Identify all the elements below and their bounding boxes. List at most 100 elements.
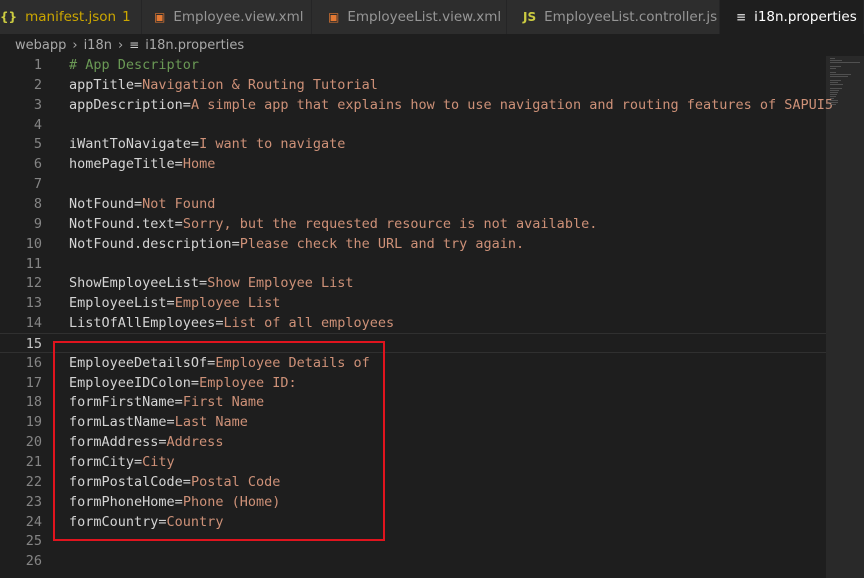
code-line[interactable]: 17 EmployeeIDColon=Employee ID:	[0, 373, 826, 393]
property-value: Employee List	[174, 295, 281, 312]
code-line[interactable]: 22 formPostalCode=Postal Code	[0, 472, 826, 492]
breadcrumb-item-i18n[interactable]: i18n	[84, 38, 112, 53]
property-key: ShowEmployeeList	[69, 275, 200, 292]
code-line[interactable]: 7	[0, 174, 826, 194]
minimap-line	[830, 90, 839, 91]
problem-count-badge: 1	[122, 9, 131, 25]
line-content: appTitle=Navigation & Routing Tutorial	[69, 75, 378, 95]
code-editor[interactable]: 1 # App Descriptor 2 appTitle=Navigation & …	[0, 54, 864, 578]
code-line[interactable]: 2 appTitle=Navigation & Routing Tutorial	[0, 75, 826, 95]
code-line[interactable]: 26	[0, 551, 826, 571]
property-key: appDescription	[69, 96, 183, 113]
property-key: iWantToNavigate	[69, 136, 191, 153]
line-content: formPhoneHome=Phone (Home)	[69, 492, 280, 512]
code-line[interactable]: 5 iWantToNavigate=I want to navigate	[0, 134, 826, 154]
code-line[interactable]: 11	[0, 254, 826, 274]
line-content: formPostalCode=Postal Code	[69, 472, 280, 492]
code-line[interactable]: 1 # App Descriptor	[0, 55, 826, 75]
property-value: Show Employee List	[207, 275, 354, 292]
minimap-line	[830, 58, 835, 59]
equals-sign: =	[158, 434, 167, 451]
tab-label: Employee.view.xml	[173, 9, 304, 25]
property-value: Last Name	[174, 414, 248, 431]
property-key: formPostalCode	[69, 473, 183, 490]
code-line[interactable]: 24 formCountry=Country	[0, 512, 826, 532]
line-number: 14	[25, 315, 42, 332]
line-number: 18	[25, 394, 42, 411]
line-number: 13	[25, 295, 42, 312]
code-line[interactable]: 21 formCity=City	[0, 452, 826, 472]
line-number: 17	[25, 374, 42, 391]
code-line[interactable]: 8 NotFound=Not Found	[0, 194, 826, 214]
tab-i18n-properties[interactable]: ≡ i18n.properties	[720, 0, 864, 34]
minimap-line	[830, 96, 836, 97]
property-key: formLastName	[69, 414, 167, 431]
line-content: EmployeeDetailsOf=Employee Details of	[69, 353, 370, 373]
line-content: homePageTitle=Home	[69, 154, 215, 174]
editor-tab-bar: {} manifest.json 1 ▣ Employee.view.xml ▣…	[0, 0, 864, 34]
line-content: formFirstName=First Name	[69, 392, 264, 412]
line-content: NotFound.text=Sorry, but the requested r…	[69, 214, 597, 234]
code-line[interactable]: 4	[0, 115, 826, 135]
line-content: appDescription=A simple app that explain…	[69, 95, 833, 115]
line-number: 2	[33, 76, 42, 93]
line-number: 10	[25, 235, 42, 252]
minimap-slider[interactable]	[826, 56, 864, 578]
tab-label: EmployeeList.controller.js	[544, 9, 718, 25]
tab-employeelist-view-xml[interactable]: ▣ EmployeeList.view.xml	[312, 0, 507, 34]
code-line[interactable]: 13 EmployeeList=Employee List	[0, 293, 826, 313]
minimap-line	[830, 92, 838, 93]
equals-sign: =	[134, 76, 143, 93]
property-value: I want to navigate	[199, 136, 346, 153]
equals-sign: =	[190, 374, 200, 391]
minimap-line	[830, 102, 838, 103]
equals-sign: =	[174, 394, 183, 411]
breadcrumb: webapp › i18n › ≡ i18n.properties	[0, 34, 864, 56]
line-content: ShowEmployeeList=Show Employee List	[69, 273, 354, 293]
property-value: Phone (Home)	[182, 493, 281, 510]
tab-employee-view-xml[interactable]: ▣ Employee.view.xml	[142, 0, 312, 34]
minimap[interactable]	[826, 56, 864, 578]
property-key: NotFound	[69, 195, 135, 212]
minimap-line	[830, 72, 836, 73]
json-file-icon: {}	[0, 10, 18, 24]
code-line[interactable]: 25	[0, 531, 826, 551]
code-line[interactable]: 10 NotFound.description=Please check the …	[0, 234, 826, 254]
code-line[interactable]: 15	[0, 332, 826, 353]
breadcrumb-item-file[interactable]: i18n.properties	[145, 38, 244, 53]
property-value: A simple app that explains how to use na…	[190, 96, 834, 113]
line-number: 16	[25, 354, 42, 371]
code-line[interactable]: 23 formPhoneHome=Phone (Home)	[0, 492, 826, 512]
property-key: ListOfAllEmployees	[69, 315, 216, 332]
tab-manifest-json[interactable]: {} manifest.json 1	[0, 0, 142, 34]
tab-employeelist-controller-js[interactable]: JS EmployeeList.controller.js	[507, 0, 720, 34]
minimap-line	[830, 74, 851, 75]
property-value: Not Found	[142, 195, 216, 212]
line-number: 24	[25, 513, 42, 530]
code-line[interactable]: 9 NotFound.text=Sorry, but the requested …	[0, 214, 826, 234]
minimap-line	[830, 68, 836, 69]
code-line[interactable]: 18 formFirstName=First Name	[0, 392, 826, 412]
code-line[interactable]: 14 ListOfAllEmployees=List of all employe…	[0, 313, 826, 333]
equals-sign: =	[166, 414, 175, 431]
code-line[interactable]: 20 formAddress=Address	[0, 432, 826, 452]
line-number: 12	[25, 275, 42, 292]
line-number: 21	[25, 454, 42, 470]
property-value: Postal Code	[190, 473, 281, 490]
property-key: formPhoneHome	[69, 493, 175, 510]
code-line[interactable]: 6 homePageTitle=Home	[0, 154, 826, 174]
rss-xml-file-icon: ▣	[154, 10, 166, 24]
line-content: EmployeeIDColon=Employee ID:	[69, 373, 297, 393]
minimap-line	[830, 100, 838, 101]
minimap-line	[830, 62, 860, 63]
breadcrumb-item-webapp[interactable]: webapp	[15, 38, 66, 53]
code-line[interactable]: 19 formLastName=Last Name	[0, 412, 826, 432]
property-value: Country	[166, 513, 224, 530]
minimap-line	[830, 60, 842, 61]
equals-sign: =	[174, 156, 183, 173]
code-line[interactable]: 12 ShowEmployeeList=Show Employee List	[0, 273, 826, 293]
property-key: EmployeeDetailsOf	[69, 354, 208, 371]
code-line[interactable]: 16 EmployeeDetailsOf=Employee Details of	[0, 353, 826, 373]
rss-xml-file-icon: ▣	[328, 10, 340, 24]
code-line[interactable]: 3 appDescription=A simple app that explai…	[0, 95, 833, 115]
